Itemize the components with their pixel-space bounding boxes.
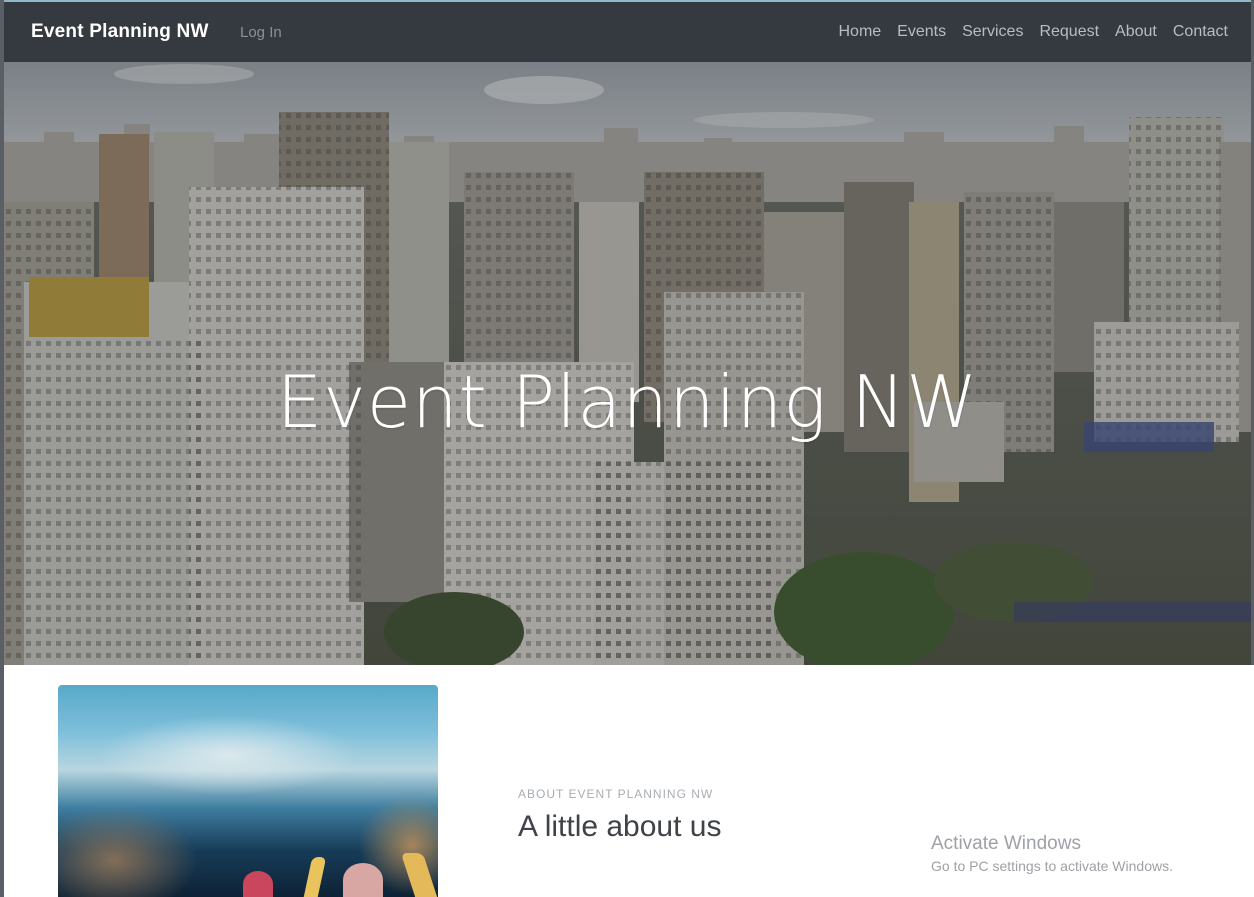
login-link[interactable]: Log In — [240, 24, 282, 41]
nav-link-request[interactable]: Request — [1039, 23, 1099, 41]
image-highlight — [98, 715, 358, 795]
watermark-subtitle: Go to PC settings to activate Windows. — [931, 858, 1173, 874]
hero-section: Event Planning NW — [4, 62, 1251, 665]
browser-page: Event Planning NW Log In Home Events Ser… — [0, 0, 1254, 897]
nav-links: Home Events Services Request About Conta… — [838, 23, 1228, 41]
nav-link-home[interactable]: Home — [838, 23, 881, 41]
image-blur-left — [58, 805, 198, 897]
image-cake-pink — [243, 871, 273, 897]
about-image — [58, 685, 438, 897]
activate-windows-watermark: Activate Windows Go to PC settings to ac… — [931, 833, 1173, 874]
brand-link[interactable]: Event Planning NW — [31, 21, 209, 43]
nav-link-services[interactable]: Services — [962, 23, 1023, 41]
watermark-title: Activate Windows — [931, 833, 1081, 854]
image-cake-light — [343, 863, 383, 897]
nav-link-about[interactable]: About — [1115, 23, 1157, 41]
nav-link-events[interactable]: Events — [897, 23, 946, 41]
about-heading: A little about us — [518, 810, 722, 843]
top-navbar: Event Planning NW Log In Home Events Ser… — [4, 2, 1251, 62]
about-kicker: ABOUT EVENT PLANNING NW — [518, 787, 714, 801]
nav-link-contact[interactable]: Contact — [1173, 23, 1228, 41]
image-candle-left — [303, 857, 327, 897]
hero-title: Event Planning NW — [276, 360, 979, 445]
